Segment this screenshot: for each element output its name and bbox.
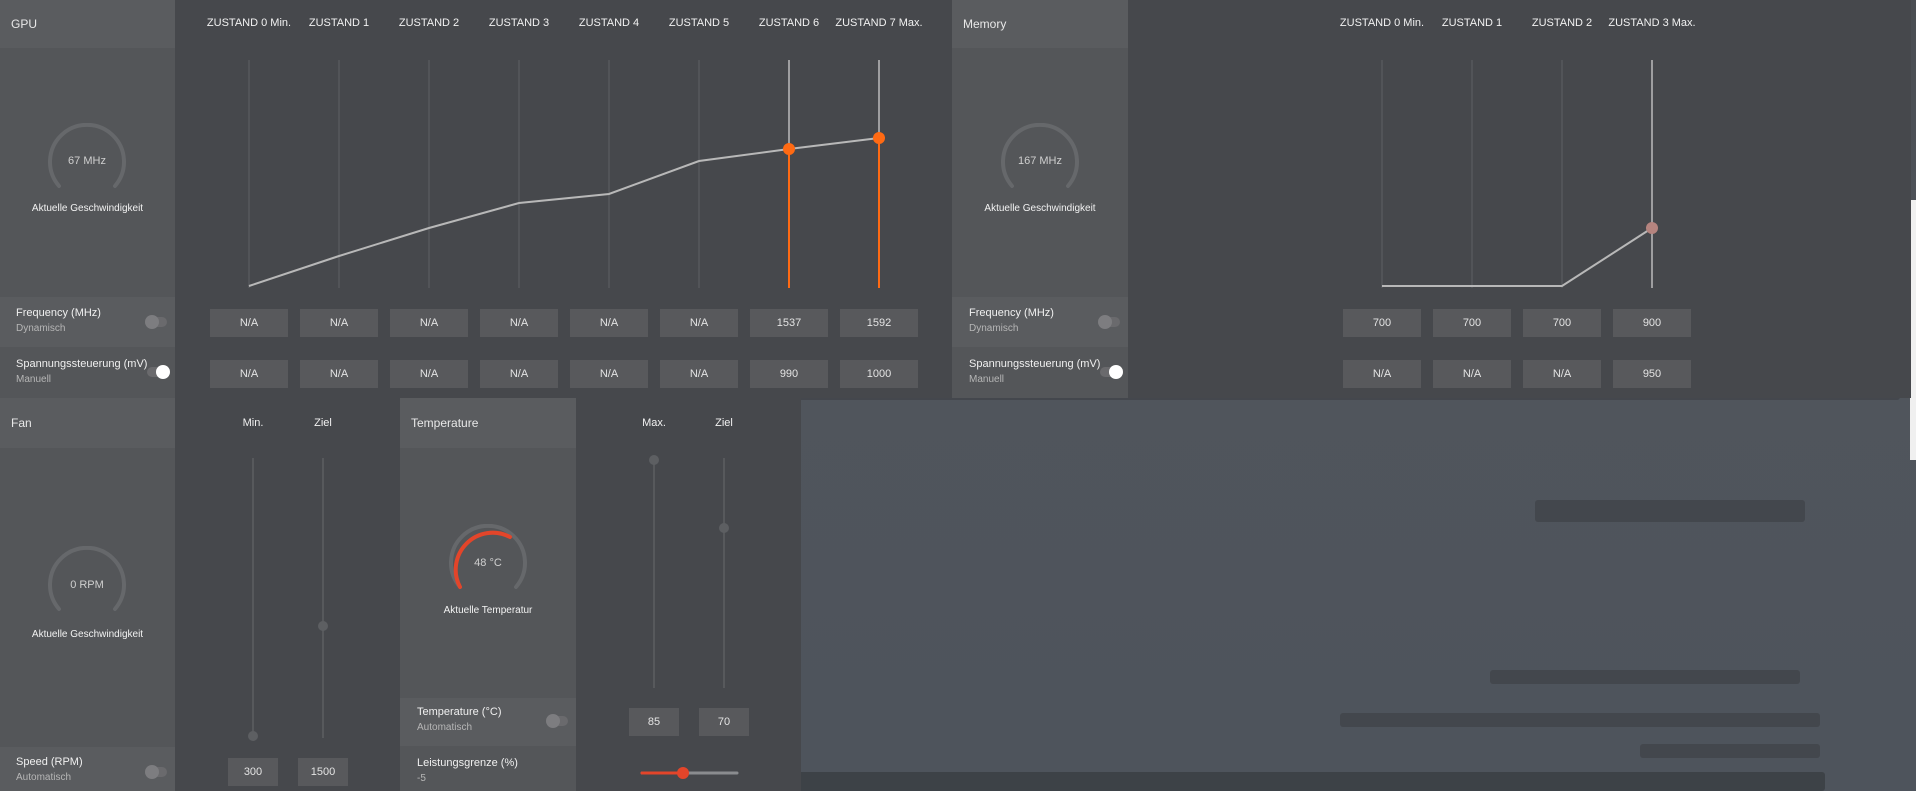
fan-min-value[interactable]: 300: [228, 758, 278, 786]
gpu-frequency-value: N/A: [660, 309, 738, 337]
memory-voltage-label: Spannungssteuerung (mV) Manuell: [969, 358, 1101, 385]
gpu-voltage-value: N/A: [210, 360, 288, 388]
gpu-frequency-value: N/A: [480, 309, 558, 337]
memory-voltage-value: N/A: [1343, 360, 1421, 388]
fan-min-handle: [248, 731, 258, 741]
gpu-voltage-value[interactable]: 990: [750, 360, 828, 388]
gpu-frequency-label: Frequency (MHz) Dynamisch: [16, 307, 101, 334]
memory-frequency-toggle[interactable]: [1098, 315, 1120, 329]
temperature-gauge-label: Aktuelle Temperatur: [443, 605, 533, 616]
power-limit-handle: [677, 767, 689, 779]
gpu-state-header: ZUSTAND 4: [578, 17, 640, 29]
temperature-max-value[interactable]: 85: [629, 708, 679, 736]
memory-voltage-value[interactable]: 950: [1613, 360, 1691, 388]
background-strip: [1640, 744, 1820, 758]
gpu-frequency-value[interactable]: 1592: [840, 309, 918, 337]
temperature-gauge-value: 48 °C: [474, 557, 502, 569]
memory-frequency-curve: [1382, 227, 1653, 287]
memory-gauge-label: Aktuelle Geschwindigkeit: [984, 203, 1096, 214]
memory-state-header: ZUSTAND 1: [1441, 17, 1503, 29]
background-strip: [660, 772, 1825, 791]
temperature-panel: Temperature Max. Ziel 48 °C Aktuelle Tem…: [400, 398, 801, 791]
memory-frequency-value[interactable]: 900: [1613, 309, 1691, 337]
temperature-target-handle: [719, 523, 729, 533]
temperature-toggle[interactable]: [546, 714, 568, 728]
gpu-state-header: ZUSTAND 3: [488, 17, 550, 29]
memory-frequency-value[interactable]: 700: [1433, 309, 1511, 337]
gpu-voltage-value: N/A: [660, 360, 738, 388]
memory-frequency-value[interactable]: 700: [1523, 309, 1601, 337]
memory-frequency-value[interactable]: 700: [1343, 309, 1421, 337]
temperature-row-label: Temperature (°C) Automatisch: [417, 706, 502, 733]
gpu-voltage-value[interactable]: 1000: [840, 360, 918, 388]
gpu-state-header: ZUSTAND 7 Max.: [835, 17, 923, 29]
fan-target-header: Ziel: [314, 417, 332, 429]
gpu-state-header: ZUSTAND 0 Min.: [206, 17, 292, 29]
fan-target-value[interactable]: 1500: [298, 758, 348, 786]
fan-sliders[interactable]: [175, 448, 400, 748]
gpu-state-header: ZUSTAND 5: [668, 17, 730, 29]
background-strip: [1490, 670, 1800, 684]
temperature-target-value[interactable]: 70: [699, 708, 749, 736]
gpu-frequency-toggle[interactable]: [145, 315, 167, 329]
background-strip: [1340, 713, 1820, 727]
gpu-state-header: ZUSTAND 6: [758, 17, 820, 29]
temperature-sliders[interactable]: [576, 448, 801, 788]
fan-title: Fan: [11, 416, 32, 430]
gpu-frequency-value: N/A: [570, 309, 648, 337]
gpu-state-point: [783, 143, 795, 155]
memory-curve-chart[interactable]: [1128, 48, 1911, 298]
gpu-panel: GPU ZUSTAND 0 Min. ZUSTAND 1 ZUSTAND 2 ZUST…: [0, 0, 952, 398]
memory-state-header: ZUSTAND 3 Max.: [1608, 17, 1696, 29]
memory-frequency-label: Frequency (MHz) Dynamisch: [969, 307, 1054, 334]
memory-state-header: ZUSTAND 2: [1531, 17, 1593, 29]
memory-panel: Memory ZUSTAND 0 Min. ZUSTAND 1 ZUSTAND 2 Z…: [952, 0, 1911, 398]
fan-min-header: Min.: [242, 417, 264, 429]
memory-voltage-value: N/A: [1433, 360, 1511, 388]
gpu-title: GPU: [11, 17, 38, 31]
gpu-voltage-value: N/A: [300, 360, 378, 388]
fan-gauge-label: Aktuelle Geschwindigkeit: [31, 629, 144, 640]
gpu-voltage-toggle[interactable]: [147, 365, 170, 379]
gpu-state-point: [873, 132, 885, 144]
memory-state-point: [1646, 222, 1658, 234]
fan-speed-toggle[interactable]: [145, 765, 167, 779]
gpu-voltage-value: N/A: [570, 360, 648, 388]
gpu-curve-chart[interactable]: [175, 48, 952, 298]
gpu-frequency-value: N/A: [390, 309, 468, 337]
temperature-max-header: Max.: [642, 417, 666, 429]
memory-title: Memory: [963, 17, 1007, 31]
gpu-voltage-value: N/A: [390, 360, 468, 388]
gpu-frequency-value: N/A: [210, 309, 288, 337]
fan-panel: Fan Min. Ziel 0 RPM Aktuelle Geschwindig…: [0, 398, 400, 791]
gpu-voltage-value: N/A: [480, 360, 558, 388]
temperature-title: Temperature: [411, 416, 479, 430]
memory-voltage-toggle[interactable]: [1100, 365, 1123, 379]
memory-gauge-value: 167 MHz: [1017, 155, 1063, 167]
gpu-state-header: ZUSTAND 1: [308, 17, 370, 29]
power-limit-label: Leistungsgrenze (%) -5: [417, 757, 518, 784]
fan-speed-label: Speed (RPM) Automatisch: [16, 756, 83, 783]
gpu-state-header: ZUSTAND 2: [398, 17, 460, 29]
memory-state-header: ZUSTAND 0 Min.: [1339, 17, 1425, 29]
temperature-max-handle: [649, 455, 659, 465]
gpu-gauge-value: 67 MHz: [68, 155, 106, 167]
gpu-frequency-value[interactable]: 1537: [750, 309, 828, 337]
gpu-frequency-curve: [248, 137, 880, 287]
memory-voltage-value: N/A: [1523, 360, 1601, 388]
fan-gauge-value: 0 RPM: [70, 579, 104, 591]
gpu-voltage-label: Spannungssteuerung (mV) Manuell: [16, 358, 148, 385]
fan-target-handle: [318, 621, 328, 631]
gpu-gauge-label: Aktuelle Geschwindigkeit: [31, 203, 144, 214]
temperature-target-header: Ziel: [715, 417, 733, 429]
background-strip: [1535, 500, 1805, 522]
gpu-frequency-value: N/A: [300, 309, 378, 337]
